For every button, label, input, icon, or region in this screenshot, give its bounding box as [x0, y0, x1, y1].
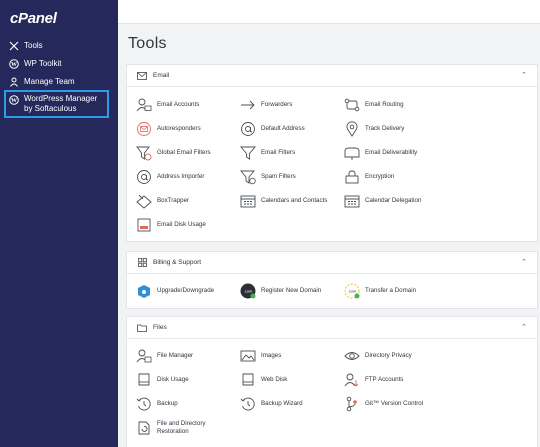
sidebar-item-label: WordPress Manager by Softaculous [24, 94, 98, 113]
sidebar: cPanel Tools W WP Toolkit Manage Team W … [0, 0, 118, 447]
map-pin-icon [344, 121, 360, 137]
tool-upgrade-downgrade[interactable]: Upgrade/Downgrade [136, 283, 214, 299]
tool-images[interactable]: Images [240, 348, 281, 364]
transfer-domain-icon: .com [344, 283, 360, 299]
file-manager-icon [136, 348, 152, 364]
globe-filter-icon [136, 145, 152, 161]
tool-register-new-domain[interactable]: .com Register New Domain [240, 283, 321, 299]
wordpress-icon: W [9, 94, 19, 105]
ftp-user-icon [344, 372, 360, 388]
tool-email-accounts[interactable]: Email Accounts [136, 97, 199, 113]
tool-email-deliverability[interactable]: Email Deliverability [344, 145, 417, 161]
autoresponder-icon [136, 121, 152, 137]
lock-icon [344, 169, 360, 185]
sidebar-item-tools[interactable]: Tools [8, 40, 43, 51]
tool-email-routing[interactable]: Email Routing [344, 97, 404, 113]
tool-autoresponders[interactable]: Autoresponders [136, 121, 201, 137]
image-icon [240, 348, 256, 364]
tool-track-delivery[interactable]: Track Delivery [344, 121, 404, 137]
tools-icon [8, 40, 19, 51]
disk-icon [136, 372, 152, 388]
cpanel-logo[interactable]: cPanel [10, 10, 57, 27]
sidebar-item-wp-toolkit[interactable]: W WP Toolkit [8, 58, 62, 69]
wordpress-icon: W [8, 58, 19, 69]
boxtrapper-icon [136, 193, 152, 209]
disk-usage-icon [136, 217, 152, 233]
folder-icon [137, 323, 147, 332]
tool-calendar-delegation[interactable]: Calendar Delegation [344, 193, 421, 209]
sidebar-item-label: Tools [24, 41, 43, 50]
spam-filter-icon [240, 169, 256, 185]
at-sign-icon [136, 169, 152, 185]
section-title: Email [153, 72, 170, 79]
tool-encryption[interactable]: Encryption [344, 169, 394, 185]
tool-disk-usage[interactable]: Disk Usage [136, 372, 189, 388]
section-title: Billing & Support [153, 259, 202, 266]
tool-default-address[interactable]: Default Address [240, 121, 305, 137]
tool-email-filters[interactable]: Email Filters [240, 145, 295, 161]
svg-text:.com: .com [244, 289, 253, 294]
git-branch-icon [344, 396, 360, 412]
email-section-header[interactable]: Email ⌃ [127, 65, 537, 87]
backup-icon [136, 396, 152, 412]
user-envelope-icon [136, 97, 152, 113]
sidebar-item-manage-team[interactable]: Manage Team [8, 76, 75, 87]
tool-file-manager[interactable]: File Manager [136, 348, 193, 364]
tool-global-email-filters[interactable]: Global Email Filters [136, 145, 211, 161]
upgrade-box-icon [136, 283, 152, 299]
tool-ftp-accounts[interactable]: FTP Accounts [344, 372, 403, 388]
restore-file-icon [136, 420, 152, 436]
tool-file-directory-restoration[interactable]: File and Directory Restoration [136, 420, 226, 436]
chevron-up-icon[interactable]: ⌃ [521, 71, 527, 79]
sidebar-item-label: Manage Team [24, 77, 75, 86]
calendar-icon [240, 193, 256, 209]
tool-calendars-contacts[interactable]: Calendars and Contacts [240, 193, 327, 209]
page-title: Tools [128, 35, 167, 52]
at-sign-icon [240, 121, 256, 137]
eye-icon [344, 348, 360, 364]
tool-transfer-domain[interactable]: .com Transfer a Domain [344, 283, 416, 299]
tool-backup[interactable]: Backup [136, 396, 178, 412]
section-title: Files [153, 324, 167, 331]
chevron-up-icon[interactable]: ⌃ [521, 258, 527, 266]
svg-text:W: W [11, 62, 17, 68]
envelope-icon [137, 71, 147, 80]
sidebar-item-wordpress-manager[interactable]: W WordPress Manager by Softaculous [4, 90, 109, 118]
tool-forwarders[interactable]: Forwarders [240, 97, 292, 113]
dot-com-icon: .com [240, 283, 256, 299]
tool-email-disk-usage[interactable]: Email Disk Usage [136, 217, 206, 233]
backup-wizard-icon [240, 396, 256, 412]
filter-icon [240, 145, 256, 161]
billing-section: Billing & Support ⌃ [126, 251, 538, 309]
routing-icon [344, 97, 360, 113]
files-section-header[interactable]: Files ⌃ [127, 317, 537, 339]
tool-address-importer[interactable]: Address Importer [136, 169, 204, 185]
team-icon [8, 76, 19, 87]
tool-git-version-control[interactable]: Git™ Version Control [344, 396, 423, 412]
chevron-up-icon[interactable]: ⌃ [521, 323, 527, 331]
sidebar-item-label: WP Toolkit [24, 59, 62, 68]
tool-spam-filters[interactable]: Spam Filters [240, 169, 296, 185]
svg-text:W: W [11, 98, 17, 104]
web-disk-icon [240, 372, 256, 388]
arrow-right-icon [240, 97, 256, 113]
mailbox-icon [344, 145, 360, 161]
top-bar [118, 0, 540, 24]
tool-web-disk[interactable]: Web Disk [240, 372, 287, 388]
billing-section-header[interactable]: Billing & Support ⌃ [127, 252, 537, 274]
tool-backup-wizard[interactable]: Backup Wizard [240, 396, 303, 412]
svg-text:.com: .com [348, 289, 357, 294]
billing-icon [137, 258, 147, 267]
tool-boxtrapper[interactable]: BoxTrapper [136, 193, 189, 209]
tool-directory-privacy[interactable]: Directory Privacy [344, 348, 412, 364]
calendar-icon [344, 193, 360, 209]
